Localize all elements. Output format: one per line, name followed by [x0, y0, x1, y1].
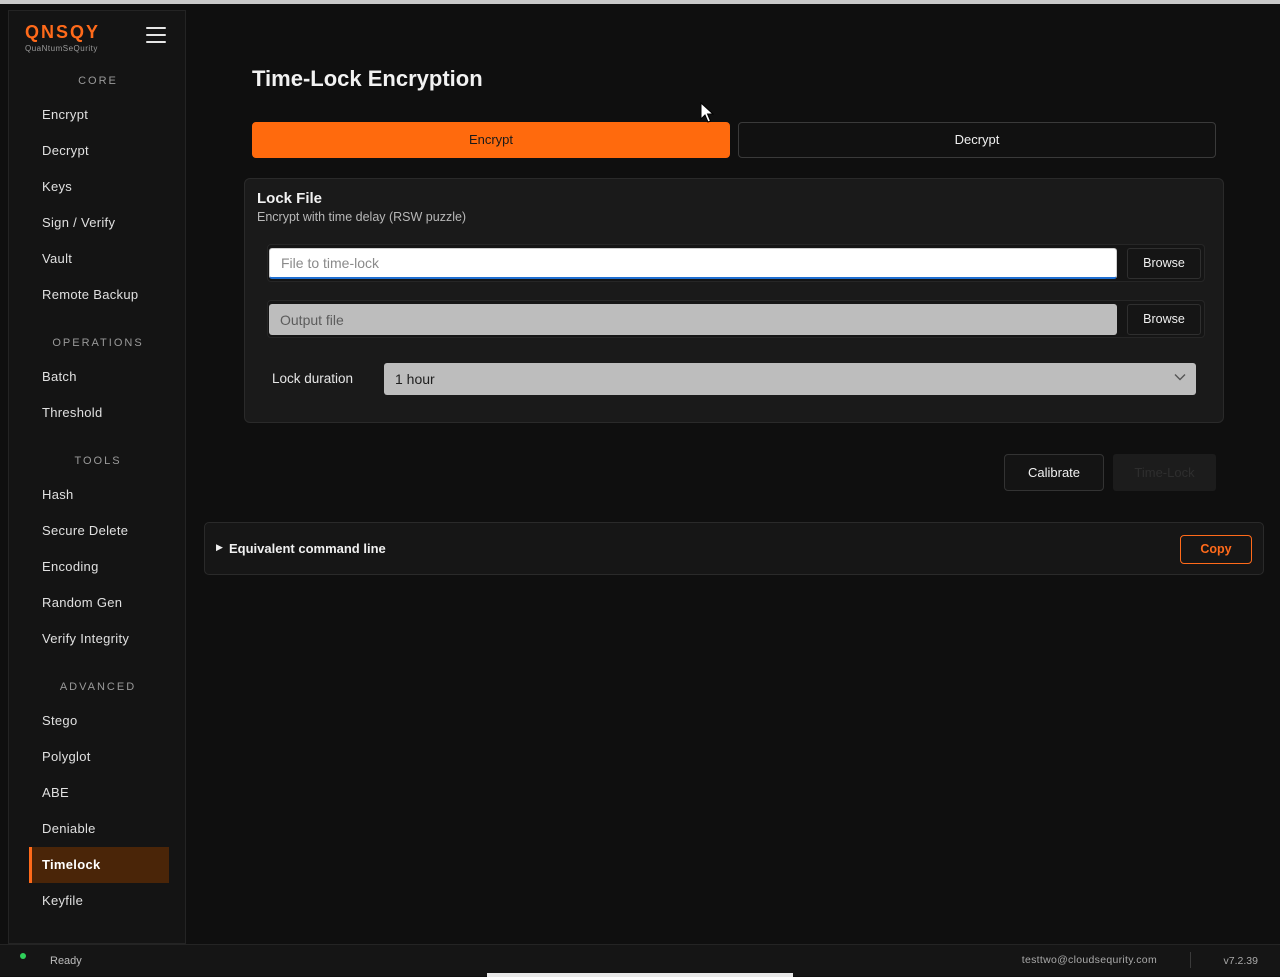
sidebar-section-core: CORE [78, 75, 118, 87]
mouse-cursor-icon [700, 102, 714, 123]
app-logo: QNSQY QuaNtumSeQurity [25, 23, 100, 53]
browse-output-button[interactable]: Browse [1127, 304, 1201, 335]
triangle-right-icon[interactable]: ▶ [216, 542, 223, 553]
lock-duration-label: Lock duration [272, 371, 354, 386]
browse-input-button[interactable]: Browse [1127, 248, 1201, 279]
lock-file-card: Lock File Encrypt with time delay (RSW p… [244, 178, 1224, 423]
sidebar-item-polyglot[interactable]: Polyglot [29, 739, 169, 775]
window-top-edge [0, 0, 1280, 4]
card-subtitle: Encrypt with time delay (RSW puzzle) [257, 210, 467, 224]
sidebar-item-hash[interactable]: Hash [29, 477, 169, 513]
sidebar-section-advanced: ADVANCED [59, 681, 137, 693]
sidebar-item-secure-delete[interactable]: Secure Delete [29, 513, 169, 549]
sidebar-item-threshold[interactable]: Threshold [29, 395, 169, 431]
logo-tagline: QuaNtumSeQurity [25, 44, 98, 53]
sidebar-item-keys[interactable]: Keys [29, 169, 169, 205]
page-title: Time-Lock Encryption [252, 66, 483, 91]
sidebar-item-remote-backup[interactable]: Remote Backup [29, 277, 169, 313]
sidebar-item-encoding[interactable]: Encoding [29, 549, 169, 585]
sidebar-item-random-gen[interactable]: Random Gen [29, 585, 169, 621]
chevron-down-icon [1174, 374, 1186, 381]
sidebar-item-vault[interactable]: Vault [29, 241, 169, 277]
sidebar-item-verify-integrity[interactable]: Verify Integrity [29, 621, 169, 657]
status-version: v7.2.39 [1223, 955, 1258, 967]
command-line-panel: ▶ Equivalent command line Copy [204, 522, 1264, 575]
input-file-row: Browse [267, 244, 1205, 282]
status-bar: Ready testtwo@cloudsequrity.com v7.2.39 [0, 944, 1280, 977]
horizontal-scrollbar[interactable] [487, 973, 793, 977]
time-lock-button[interactable]: Time-Lock [1113, 454, 1216, 491]
sidebar-item-deniable[interactable]: Deniable [29, 811, 169, 847]
status-divider [1190, 952, 1191, 968]
sidebar-item-abe[interactable]: ABE [29, 775, 169, 811]
input-file-field[interactable] [269, 248, 1117, 279]
output-file-row: Browse [267, 300, 1205, 338]
sidebar-section-tools: TOOLS [74, 455, 122, 467]
sidebar-item-batch[interactable]: Batch [29, 359, 169, 395]
sidebar: QNSQY QuaNtumSeQurity CORE Encrypt Decry… [8, 10, 186, 944]
tab-encrypt[interactable]: Encrypt [252, 122, 730, 158]
lock-duration-select[interactable]: 1 hour [384, 363, 1196, 395]
tab-decrypt[interactable]: Decrypt [738, 122, 1216, 158]
sidebar-section-operations: OPERATIONS [52, 337, 144, 349]
sidebar-item-encrypt[interactable]: Encrypt [29, 97, 169, 133]
sidebar-item-stego[interactable]: Stego [29, 703, 169, 739]
copy-button[interactable]: Copy [1180, 535, 1252, 564]
sidebar-item-sign-verify[interactable]: Sign / Verify [29, 205, 169, 241]
logo-wordmark: QNSQY [25, 22, 101, 42]
status-text: Ready [50, 955, 82, 967]
sidebar-item-keyfile[interactable]: Keyfile [29, 883, 169, 919]
card-title: Lock File [257, 190, 323, 207]
lock-duration-value: 1 hour [395, 371, 435, 387]
calibrate-button[interactable]: Calibrate [1004, 454, 1104, 491]
status-indicator-dot [20, 953, 26, 959]
sidebar-item-decrypt[interactable]: Decrypt [29, 133, 169, 169]
hamburger-icon[interactable] [146, 27, 166, 45]
command-line-toggle[interactable]: Equivalent command line [229, 541, 386, 556]
status-user: testtwo@cloudsequrity.com [1021, 954, 1157, 966]
sidebar-item-timelock[interactable]: Timelock [29, 847, 169, 883]
output-file-field[interactable] [269, 304, 1117, 335]
